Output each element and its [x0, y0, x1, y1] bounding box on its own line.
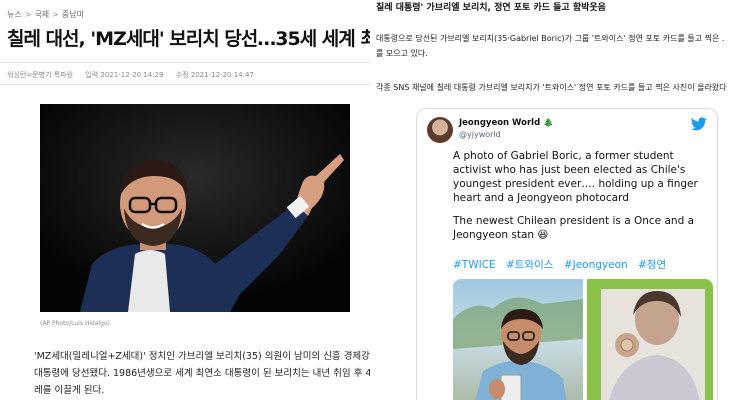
modified-time: 수정 2021-12-20 14:47 — [175, 71, 254, 79]
breadcrumb-international[interactable]: 국제 — [34, 10, 49, 19]
published-time: 입력 2021-12-20 14:29 — [85, 71, 164, 79]
jeongyeon-photocard-photo — [601, 289, 705, 400]
breadcrumb-news[interactable]: 뉴스 — [7, 10, 22, 19]
tweet-hashtags: #TWICE #트와이스 #Jeongyeon #정연 — [453, 257, 673, 272]
breadcrumb-sep: > — [24, 10, 32, 19]
avatar[interactable] — [427, 117, 453, 143]
right-article-title: 칠레 대통령' 가브리엘 보리치, 정연 포토 카드 들고 함박웃음 — [376, 3, 606, 13]
hashtag-link[interactable]: #Jeongyeon — [564, 259, 628, 271]
tweet-card[interactable]: Jeongyeon World 🎄 @yjyworld A photo of G… — [416, 108, 718, 400]
breadcrumb-latin-america[interactable]: 중남미 — [62, 10, 84, 19]
tweet-text-para: A photo of Gabriel Boric, a former stude… — [453, 150, 698, 204]
breadcrumb-sep: > — [52, 10, 59, 19]
right-paragraph-line: 를 모으고 있다. — [376, 49, 428, 58]
article-body: 'MZ세대(밀레니얼+Z세대)' 정치인 가브리엘 보리치(35) 의원이 남미… — [34, 348, 370, 399]
breadcrumb: 뉴스 > 국제 > 중남미 — [7, 9, 84, 20]
body-line: 'MZ세대(밀레니얼+Z세대)' 정치인 가브리엘 보리치(35) 의원이 남미… — [34, 351, 370, 362]
hashtag-link[interactable]: #트와이스 — [506, 259, 553, 271]
body-line: 레를 이끌게 된다. — [34, 385, 105, 396]
tweet-photo-jeongyeon-card[interactable] — [587, 279, 713, 400]
boric-photocard-photo — [453, 297, 583, 400]
tweet-text: A photo of Gabriel Boric, a former stude… — [453, 149, 711, 242]
right-paragraph-line: 각종 SNS 채널에 칠레 대통령 가브리엘 보리치가 '트와이스' 정연 포토… — [376, 83, 727, 92]
article-byline: 워싱턴=문병기 특파원 입력 2021-12-20 14:29 수정 2021-… — [7, 70, 264, 80]
divider — [0, 62, 370, 63]
embedded-tweet-article-panel: 칠레 대통령' 가브리엘 보리치, 정연 포토 카드 들고 함박웃음 대통령으로… — [370, 0, 750, 400]
tweet-user-name[interactable]: Jeongyeon World 🎄 — [459, 118, 554, 128]
twitter-bird-icon[interactable] — [691, 117, 707, 131]
boric-pointing-photo — [40, 104, 350, 312]
tweet-text-para: The newest Chilean president is a Once a… — [453, 215, 695, 241]
hashtag-link[interactable]: #정연 — [638, 259, 666, 271]
photo-caption: (AP Photo/Luis Hidalgo) — [40, 320, 110, 327]
reporter-name[interactable]: 워싱턴=문병기 특파원 — [7, 71, 73, 79]
divider — [0, 84, 370, 85]
body-line: 대통령에 당선됐다. 1986년생으로 세계 최연소 대통령이 된 보리치는 내… — [34, 368, 370, 379]
tweet-handle[interactable]: @yjyworld — [459, 130, 501, 139]
hashtag-link[interactable]: #TWICE — [453, 259, 496, 271]
article-photo — [40, 104, 350, 312]
tweet-photo-boric[interactable] — [453, 279, 583, 400]
article-headline: 칠레 대선, 'MZ세대' 보리치 당선…35세 세계 최연소 대 — [7, 28, 370, 50]
right-paragraph-line: 대통령으로 당선된 가브리엘 보리치(35·Gabriel Boric)가 그룹… — [376, 34, 725, 43]
news-article-panel: 뉴스>국제>중남미 칠레 대선, 'MZ세대' 보리치 당선…35세 세계 최연… — [0, 0, 370, 400]
